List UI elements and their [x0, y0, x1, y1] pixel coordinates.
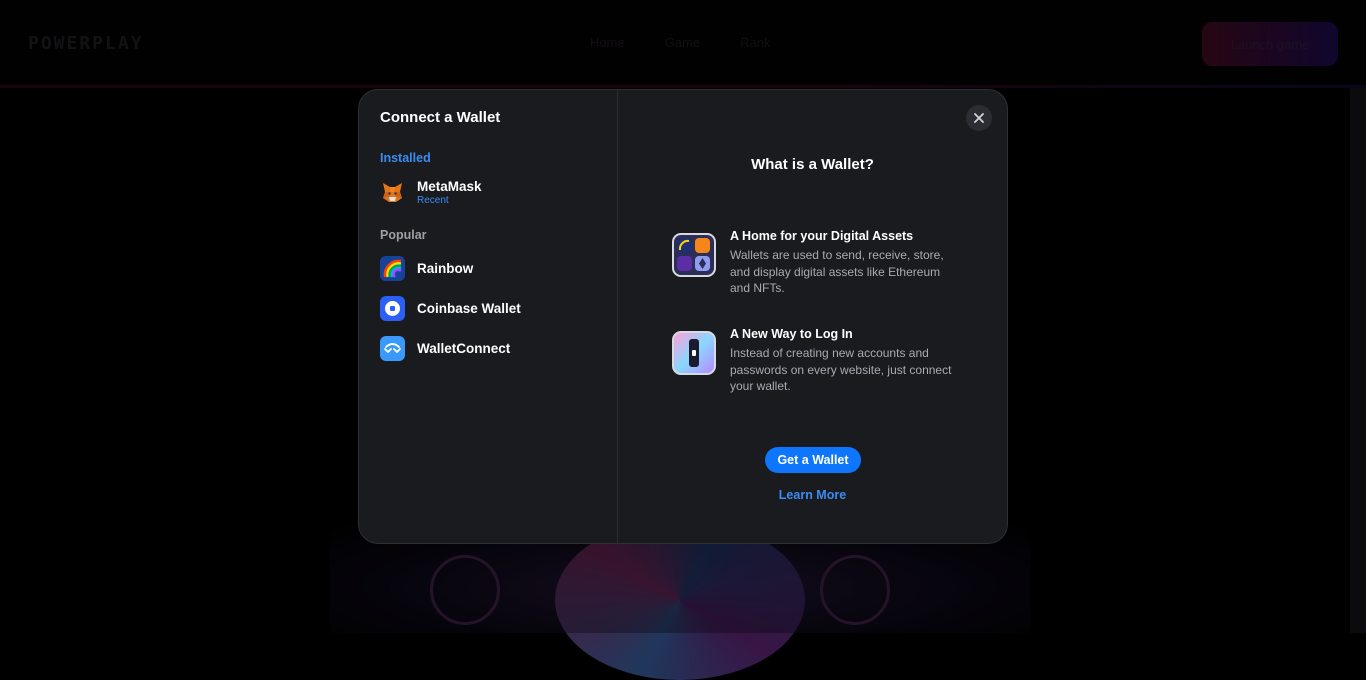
wallet-list-pane: Connect a Wallet Installed MetaMask Rece… — [359, 90, 618, 543]
wallet-name-walletconnect: WalletConnect — [417, 341, 510, 356]
coinbase-icon — [380, 296, 405, 321]
wallet-name-rainbow: Rainbow — [417, 261, 473, 276]
digital-assets-icon — [672, 233, 716, 277]
connect-wallet-modal: Connect a Wallet Installed MetaMask Rece… — [358, 89, 1008, 544]
feature-description: Wallets are used to send, receive, store… — [730, 247, 962, 297]
feature-description: Instead of creating new accounts and pas… — [730, 345, 962, 395]
metamask-fox-icon — [380, 180, 405, 205]
wallet-name-coinbase: Coinbase Wallet — [417, 301, 521, 316]
installed-section-label: Installed — [380, 151, 431, 165]
wallet-option-walletconnect[interactable]: WalletConnect — [380, 332, 600, 364]
wallet-info-pane: What is a Wallet? A Home for your Digita… — [618, 90, 1007, 543]
walletconnect-icon — [380, 336, 405, 361]
get-wallet-button[interactable]: Get a Wallet — [765, 447, 861, 473]
close-icon — [974, 113, 984, 123]
feature-digital-assets: A Home for your Digital Assets Wallets a… — [672, 229, 962, 297]
close-button[interactable] — [966, 105, 992, 131]
feature-title: A New Way to Log In — [730, 327, 962, 341]
wallet-option-coinbase[interactable]: Coinbase Wallet — [380, 292, 600, 324]
what-is-wallet-title: What is a Wallet? — [618, 156, 1007, 173]
feature-title: A Home for your Digital Assets — [730, 229, 962, 243]
feature-new-login: A New Way to Log In Instead of creating … — [672, 327, 962, 395]
wallet-name-metamask: MetaMask — [417, 179, 482, 194]
wallet-option-rainbow[interactable]: Rainbow — [380, 252, 600, 284]
wallet-option-metamask[interactable]: MetaMask Recent — [380, 176, 600, 208]
rainbow-icon — [380, 256, 405, 281]
recent-badge: Recent — [417, 195, 482, 206]
modal-title: Connect a Wallet — [380, 109, 500, 126]
popular-section-label: Popular — [380, 228, 427, 242]
login-key-icon — [672, 331, 716, 375]
learn-more-link[interactable]: Learn More — [618, 488, 1007, 502]
